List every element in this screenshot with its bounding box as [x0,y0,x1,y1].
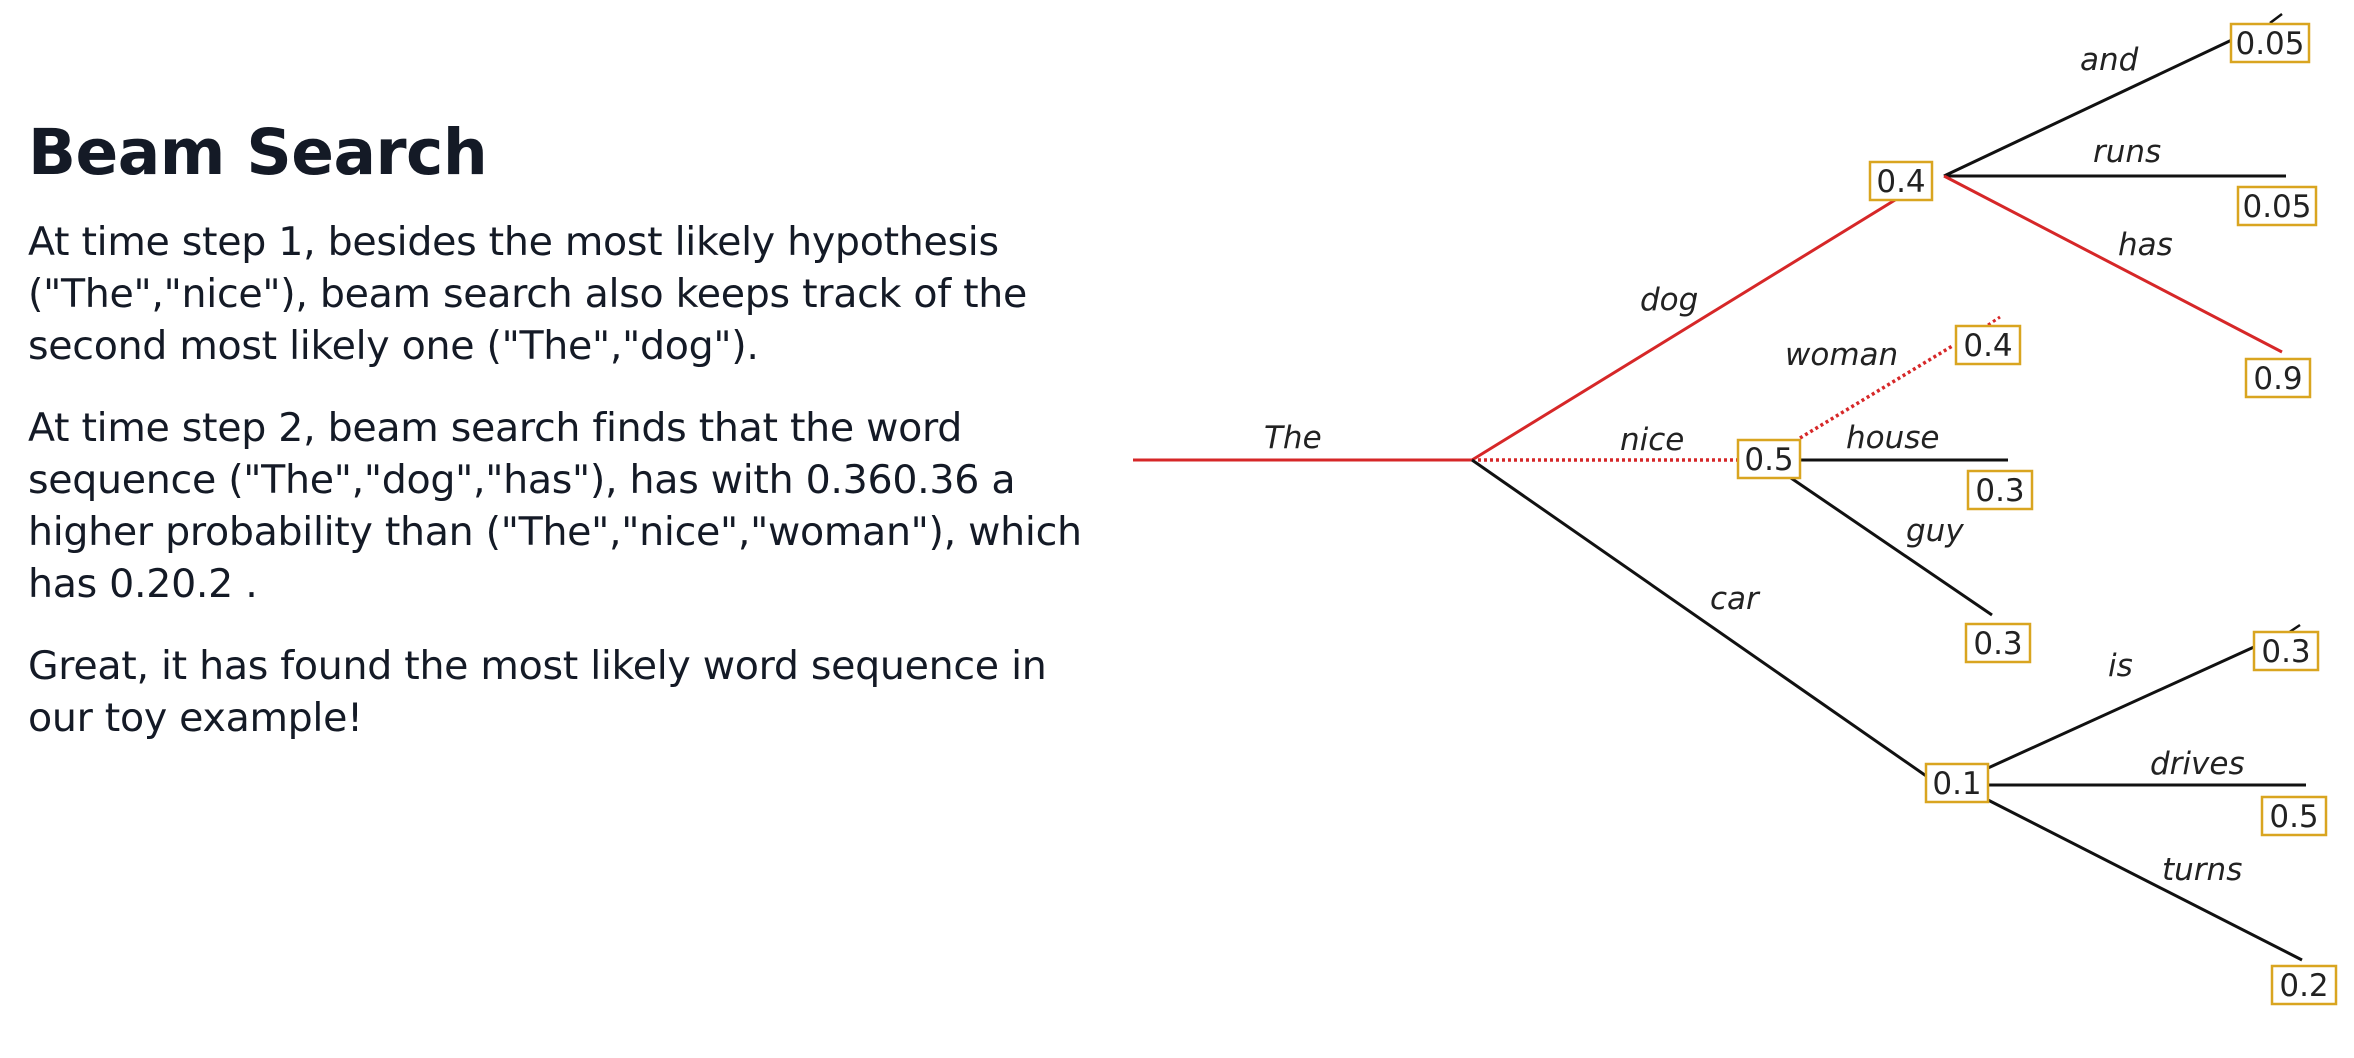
prob-value-turns: 0.2 [2279,968,2328,1004]
prob-value-dog: 0.4 [1876,164,1925,200]
prob-value-car: 0.1 [1932,766,1981,802]
word-label-has: has [2118,227,2173,263]
word-label-turns: turns [2162,852,2242,888]
prob-value-woman: 0.4 [1963,328,2012,364]
prob-value-house: 0.3 [1975,473,2024,509]
word-label-the: The [1264,420,1322,456]
word-label-car: car [1710,581,1761,617]
edge-woman-tick [1987,315,2001,327]
word-label-dog: dog [1640,282,1698,318]
prob-value-and: 0.05 [2235,26,2304,62]
word-label-drives: drives [2150,746,2245,782]
edge-and-tick [2269,13,2283,24]
prob-value-has: 0.9 [2253,361,2302,397]
prob-value-guy: 0.3 [1973,626,2022,662]
word-label-is: is [2108,648,2133,684]
edge-car [1471,458,1933,782]
word-label-runs: runs [2093,134,2161,170]
word-label-woman: woman [1785,337,1898,373]
prob-value-is: 0.3 [2261,634,2310,670]
beam-search-tree-diagram: The dog nice car and runs has woman hous… [1133,13,2338,1006]
word-label-guy: guy [1906,513,1964,549]
word-label-and: and [2080,42,2139,78]
edge-turns [1987,798,2303,962]
word-label-nice: nice [1620,422,1684,458]
prob-value-nice: 0.5 [1744,442,1793,478]
prob-value-drives: 0.5 [2269,799,2318,835]
word-label-house: house [1846,420,1939,456]
edge-dog [1471,190,1909,462]
prob-value-runs: 0.05 [2242,189,2311,225]
